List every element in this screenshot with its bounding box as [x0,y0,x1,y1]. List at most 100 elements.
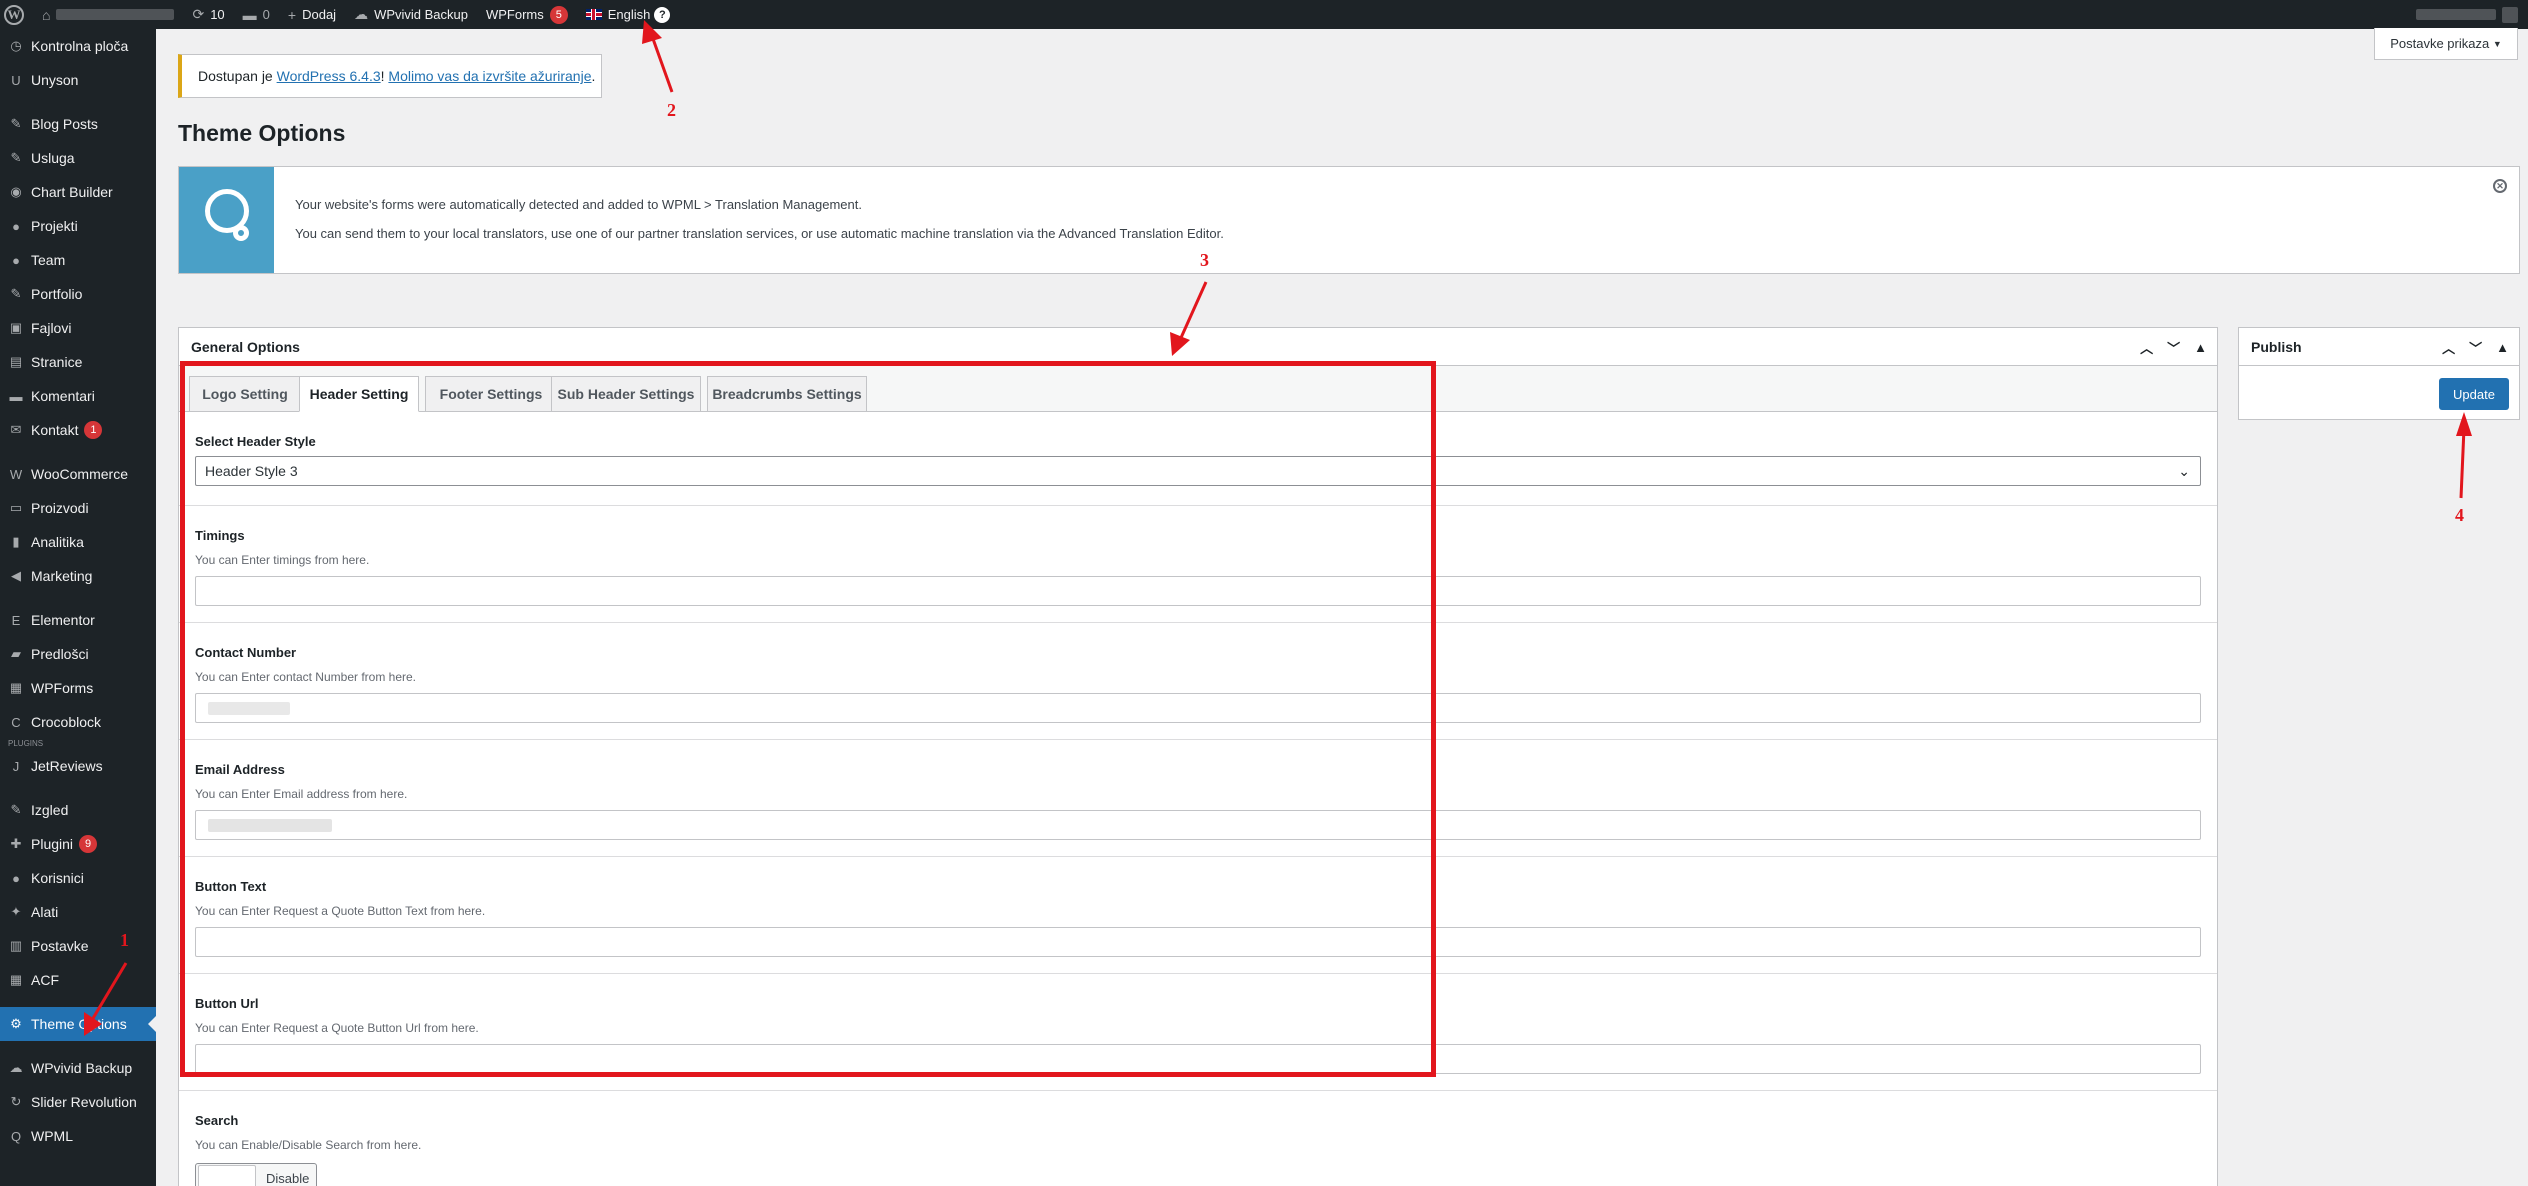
sidebar-item-blog-posts[interactable]: ✎ Blog Posts [0,107,156,141]
field-label: Select Header Style [195,434,316,449]
sidebar-item-alati[interactable]: ✦ Alati [0,895,156,929]
field-description: You can Enter contact Number from here. [195,670,417,684]
page-title: Theme Options [178,120,346,146]
sidebar-item-fajlovi[interactable]: ▣ Fajlovi [0,311,156,345]
header-style-select[interactable]: Header Style 3 ⌄ [195,456,2201,486]
sidebar-item-team[interactable]: ● Team [0,243,156,277]
sidebar-item-label: WPvivid Backup [31,1060,133,1076]
menu-separator [0,1041,156,1051]
site-name-menu[interactable]: ⌂ [33,0,183,29]
contact-value-redacted [208,702,290,715]
pin-icon: ✎ [10,286,22,301]
sidebar-item-analitika[interactable]: ▮ Analitika [0,525,156,559]
tab-logo-setting[interactable]: Logo Setting [189,376,301,412]
wordpress-version-link[interactable]: WordPress 6.4.3 [277,68,381,84]
tab-sub-header-settings[interactable]: Sub Header Settings [551,376,701,412]
sidebar-item-label: Fajlovi [31,320,72,336]
admin-sidebar: ◷ Kontrolna ploča U Unyson ✎ Blog Posts ✎ Uslug… [0,29,156,1186]
collapse-toggle-icon[interactable]: ▲ [2496,340,2509,355]
language-switcher[interactable]: English? [577,0,680,29]
chart-builder-icon: ◉ [10,184,22,199]
sidebar-item-predlo-ci[interactable]: ▰ Predlošci [0,637,156,671]
field-label: Contact Number [195,645,297,660]
sidebar-item-label: JetReviews [31,758,103,774]
email-address-field: Email Address You can Enter Email addres… [179,740,2217,857]
move-down-icon[interactable]: ﹀ [2469,338,2482,357]
sidebar-item-marketing[interactable]: ◀ Marketing [0,559,156,593]
sidebar-item-jetreviews[interactable]: J JetReviews [0,749,156,783]
button-text-input[interactable] [195,927,2201,957]
sidebar-item-slider-revolution[interactable]: ↻ Slider Revolution [0,1085,156,1119]
move-up-icon[interactable]: ︿ [2140,338,2153,357]
sidebar-item-usluga[interactable]: ✎ Usluga [0,141,156,175]
new-content-menu[interactable]: + Dodaj [279,0,345,29]
croco-icon: C [11,714,21,730]
tab-footer-settings[interactable]: Footer Settings [425,376,557,412]
comments-menu[interactable]: ▬ 0 [234,0,279,29]
plus-icon: + [287,6,297,23]
email-address-input[interactable] [195,810,2201,840]
sidebar-item-label: WPML [31,1128,73,1144]
updates-menu[interactable]: ⟳ 10 [183,0,233,29]
sidebar-item-kontakt[interactable]: ✉ Kontakt 1 [0,413,156,447]
update-notice: Dostupan je WordPress 6.4.3! Molimo vas … [178,54,602,98]
sidebar-item-label: Stranice [31,354,83,370]
general-options-title: General Options [191,338,300,355]
sidebar-item-chart-builder[interactable]: ◉ Chart Builder [0,175,156,209]
username-redacted [2416,9,2496,20]
wpvivid-menu[interactable]: ☁ WPvivid Backup [345,0,477,29]
toggle-label: Disable [266,1170,310,1186]
field-label: Button Url [195,996,259,1011]
dismiss-icon[interactable]: ✕ [2493,179,2507,193]
wpforms-menu[interactable]: WPForms 5 [477,0,577,29]
contact-number-input[interactable] [195,693,2201,723]
wpforms-label: WPForms [485,7,544,22]
sidebar-item-unyson[interactable]: U Unyson [0,63,156,97]
button-url-input[interactable] [195,1044,2201,1074]
search-toggle[interactable]: Disable [195,1163,317,1186]
sidebar-item-label: Proizvodi [31,500,89,516]
screen-options-button[interactable]: Postavke prikaza ▼ [2374,28,2518,60]
wp-logo-menu[interactable]: W [0,0,33,29]
sidebar-item-plugini[interactable]: ✚ Plugini 9 [0,827,156,861]
sidebar-item-label: Kontakt [31,422,79,438]
sidebar-item-wpml[interactable]: Q WPML [0,1119,156,1153]
sidebar-item-komentari[interactable]: ▬ Komentari [0,379,156,413]
wpforms-badge: 5 [549,5,568,24]
contact-number-field: Contact Number You can Enter contact Num… [179,623,2217,740]
sidebar-item-izgled[interactable]: ✎ Izgled [0,793,156,827]
wpml-notice-line1: Your website's forms were automatically … [295,197,862,212]
sidebar-item-stranice[interactable]: ▤ Stranice [0,345,156,379]
field-label: Search [195,1113,239,1128]
sidebar-item-portfolio[interactable]: ✎ Portfolio [0,277,156,311]
sidebar-item-korisnici[interactable]: ● Korisnici [0,861,156,895]
tab-header-setting[interactable]: Header Setting [299,376,419,412]
update-now-link[interactable]: Molimo vas da izvršite ažuriranje [388,68,591,84]
sidebar-item-wpforms[interactable]: ▦ WPForms [0,671,156,705]
avatar [2502,6,2518,23]
acf-icon: ▦ [9,972,23,987]
sidebar-item-wpvivid-backup[interactable]: ☁ WPvivid Backup [0,1051,156,1085]
cloud-icon: ☁ [354,6,369,22]
sidebar-item-kontrolna-plo-a[interactable]: ◷ Kontrolna ploča [0,29,156,63]
refresh-icon: ↻ [10,1094,22,1109]
sidebar-item-projekti[interactable]: ● Projekti [0,209,156,243]
comment-icon: ▬ [242,6,257,23]
sidebar-item-woocommerce[interactable]: W WooCommerce [0,457,156,491]
update-button[interactable]: Update [2439,378,2509,410]
tab-breadcrumbs-settings[interactable]: Breadcrumbs Settings [707,376,867,412]
settings-icon: ▥ [9,938,23,953]
timings-input[interactable] [195,576,2201,606]
move-down-icon[interactable]: ﹀ [2167,338,2180,357]
sidebar-item-postavke[interactable]: ▥ Postavke [0,929,156,963]
sidebar-item-elementor[interactable]: E Elementor [0,603,156,637]
user-account-menu[interactable] [2407,0,2528,29]
tab-label: Sub Header Settings [557,386,695,402]
move-up-icon[interactable]: ︿ [2442,338,2455,357]
sidebar-item-acf[interactable]: ▦ ACF [0,963,156,997]
sidebar-item-crocoblock[interactable]: C Crocoblock [0,705,156,739]
sidebar-item-theme-options[interactable]: ⚙ Theme Options [0,1007,156,1041]
sidebar-item-proizvodi[interactable]: ▭ Proizvodi [0,491,156,525]
tab-label: Footer Settings [439,386,543,402]
collapse-toggle-icon[interactable]: ▲ [2194,340,2207,355]
